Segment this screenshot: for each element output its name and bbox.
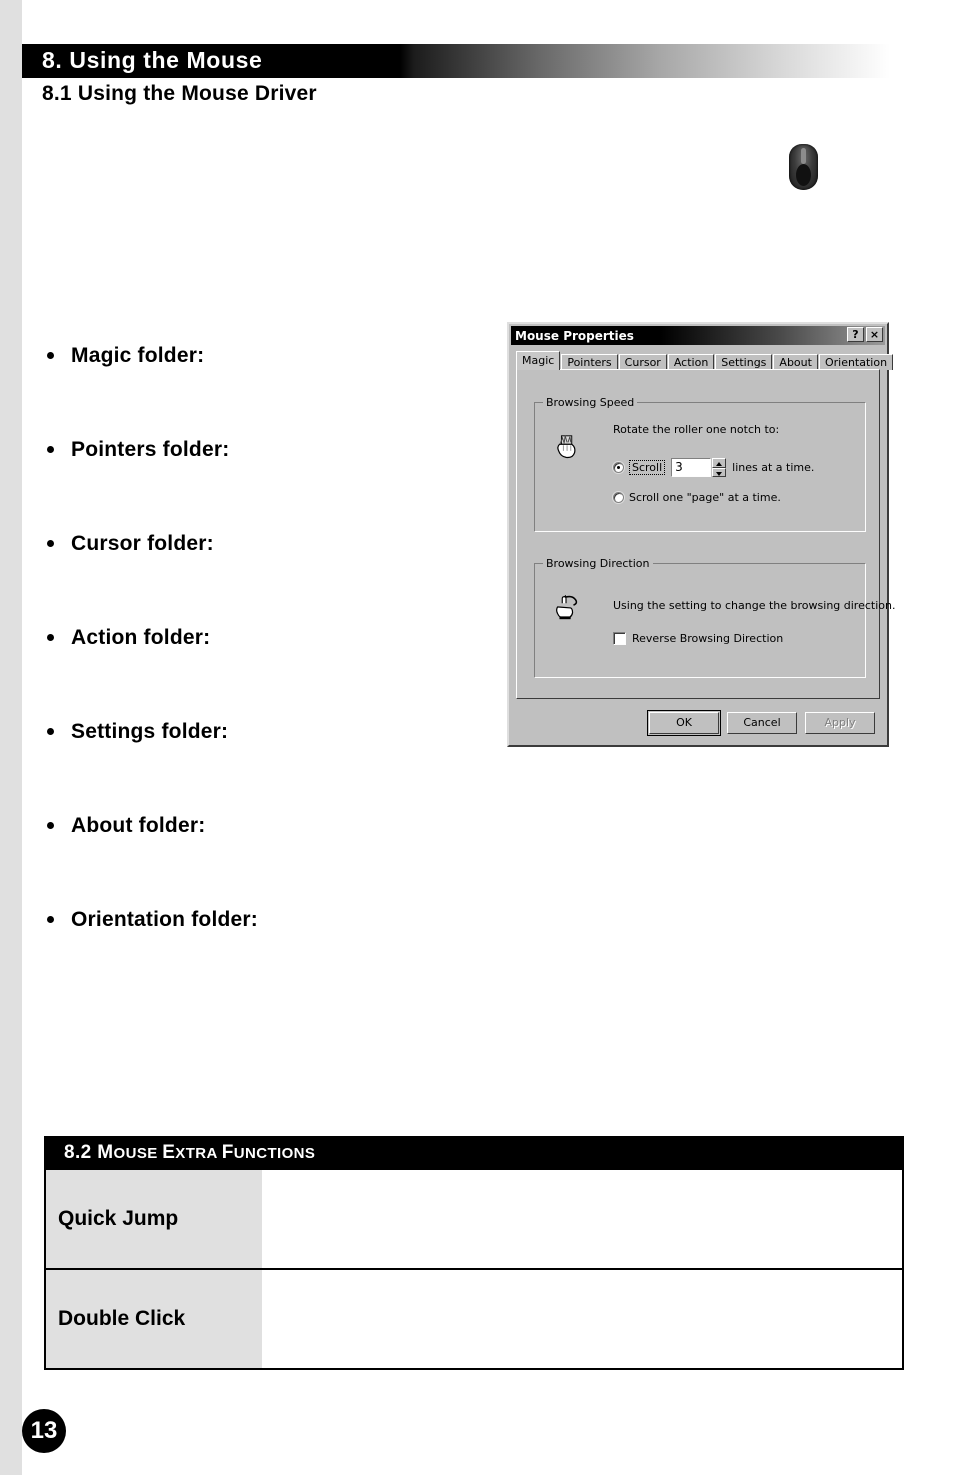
reverse-direction-checkbox[interactable] [613, 632, 626, 645]
list-item: Magic folder: [44, 344, 464, 438]
tab-orientation[interactable]: Orientation [818, 354, 894, 370]
tab-pointers[interactable]: Pointers [561, 354, 618, 370]
table-header-w2-rest: XTRA [175, 1145, 222, 1162]
title-bar-buttons: ? × [847, 327, 883, 342]
list-item: Action folder: [44, 626, 464, 720]
extra-functions-table: 8.2 MOUSE EXTRA FUNCTIONS Quick Jump Dou… [44, 1136, 904, 1370]
scroll-lines-input[interactable]: 3 [671, 458, 712, 477]
browsing-direction-group-title: Browsing Direction [543, 557, 653, 570]
section-header-bar: 8. Using the Mouse [22, 44, 890, 78]
list-item: Settings folder: [44, 720, 464, 814]
folder-list: Magic folder: Pointers folder: Cursor fo… [44, 344, 464, 1002]
list-item: Pointers folder: [44, 438, 464, 532]
tab-settings[interactable]: Settings [715, 354, 773, 370]
table-header-number: 8.2 [64, 1142, 98, 1163]
ok-button[interactable]: OK [647, 710, 721, 736]
dialog-tabstrip: Magic Pointers Cursor Action Settings Ab… [516, 351, 894, 370]
roller-instruction-text: Rotate the roller one notch to: [613, 423, 780, 436]
table-header: 8.2 MOUSE EXTRA FUNCTIONS [46, 1138, 902, 1168]
tab-cursor[interactable]: Cursor [618, 354, 667, 370]
browsing-speed-group: Browsing Speed Rotate the roller one not… [534, 396, 866, 532]
hand-rotate-icon [556, 594, 578, 620]
list-item-label: Magic folder: [71, 344, 205, 367]
bullet-dot-icon [47, 540, 54, 547]
dialog-title: Mouse Properties [515, 328, 634, 343]
reverse-direction-label: Reverse Browsing Direction [632, 632, 784, 645]
scroll-page-radio-label: Scroll one "page" at a time. [629, 491, 781, 504]
bullet-dot-icon [47, 822, 54, 829]
list-item-label: Cursor folder: [71, 532, 214, 555]
magic-tab-panel: Browsing Speed Rotate the roller one not… [516, 369, 895, 699]
scroll-lines-radio-label: Scroll [629, 460, 666, 475]
dialog-title-bar: Mouse Properties ? × [511, 326, 885, 345]
row-label-quick-jump: Quick Jump [46, 1170, 262, 1268]
list-item: Orientation folder: [44, 908, 464, 1002]
bullet-dot-icon [47, 352, 54, 359]
page-number-badge: 13 [22, 1409, 66, 1453]
hand-roller-icon [557, 435, 576, 459]
manual-page: 8. Using the Mouse 8.1 Using the Mouse D… [0, 0, 954, 1475]
bullet-dot-icon [47, 916, 54, 923]
stepper-down-icon[interactable] [712, 467, 727, 477]
list-item: About folder: [44, 814, 464, 908]
dialog-button-row: OK Cancel Apply [509, 710, 887, 736]
bullet-dot-icon [47, 634, 54, 641]
row-label-double-click: Double Click [46, 1270, 262, 1368]
tab-magic[interactable]: Magic [516, 351, 561, 370]
scroll-lines-radio[interactable] [613, 462, 624, 473]
close-icon[interactable]: × [866, 327, 883, 342]
table-header-w1-rest: OUSE [113, 1145, 163, 1162]
subsection-title: 8.1 Using the Mouse Driver [42, 82, 317, 105]
table-header-w2-cap: E [162, 1142, 176, 1163]
cancel-button[interactable]: Cancel [727, 712, 797, 734]
mouse-properties-dialog: Mouse Properties ? × Magic Pointers Curs… [507, 322, 895, 747]
mouse-device-icon [789, 144, 818, 190]
reverse-direction-checkbox-row[interactable]: Reverse Browsing Direction [613, 632, 783, 645]
left-margin-strip [0, 0, 22, 1475]
scroll-page-radio-row[interactable]: Scroll one "page" at a time. [613, 491, 781, 504]
list-item: Cursor folder: [44, 532, 464, 626]
browsing-direction-group: Browsing Direction Using the setting to … [534, 557, 895, 678]
browsing-direction-description: Using the setting to change the browsing… [613, 599, 896, 612]
stepper-up-icon[interactable] [712, 458, 727, 468]
help-icon[interactable]: ? [847, 327, 864, 342]
apply-button: Apply [805, 712, 875, 734]
list-item-label: Settings folder: [71, 720, 229, 743]
list-item-label: Action folder: [71, 626, 211, 649]
tab-action[interactable]: Action [667, 354, 715, 370]
page-title: 8. Using the Mouse [42, 47, 263, 73]
table-header-w1-cap: M [97, 1142, 114, 1163]
scroll-lines-stepper[interactable]: 3 [671, 458, 727, 477]
scroll-lines-suffix-label: lines at a time. [732, 461, 815, 474]
table-row: Double Click [46, 1268, 902, 1368]
browsing-speed-group-title: Browsing Speed [543, 396, 638, 409]
stepper-buttons[interactable] [712, 458, 727, 477]
table-header-w3-cap: F [221, 1142, 234, 1163]
table-header-title: 8.2 MOUSE EXTRA FUNCTIONS [64, 1142, 315, 1164]
scroll-lines-radio-row[interactable]: Scroll 3 lines at a time. [613, 458, 814, 477]
list-item-label: Orientation folder: [71, 908, 258, 931]
bullet-dot-icon [47, 728, 54, 735]
list-item-label: About folder: [71, 814, 206, 837]
row-value-quick-jump [262, 1170, 902, 1268]
table-header-w3-rest: UNCTIONS [233, 1145, 316, 1162]
scroll-page-radio[interactable] [613, 492, 624, 503]
bullet-dot-icon [47, 446, 54, 453]
list-item-label: Pointers folder: [71, 438, 230, 461]
row-value-double-click [262, 1270, 902, 1368]
table-row: Quick Jump [46, 1168, 902, 1268]
tab-about[interactable]: About [773, 354, 818, 370]
